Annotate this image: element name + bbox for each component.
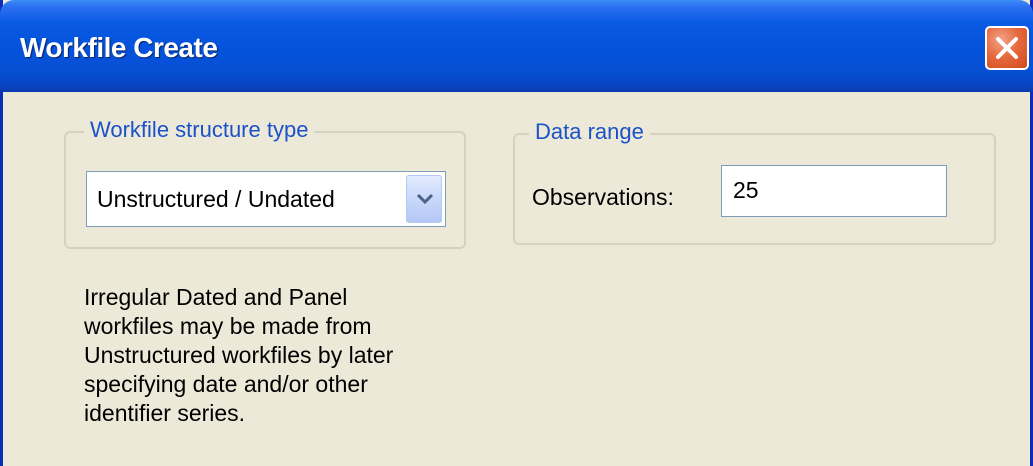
data-range-legend: Data range: [529, 119, 650, 145]
structure-type-legend: Workfile structure type: [84, 117, 315, 143]
close-button[interactable]: [985, 26, 1029, 70]
close-icon: [996, 37, 1018, 59]
observations-value: 25: [733, 177, 759, 203]
structure-type-dropdown-button[interactable]: [406, 175, 442, 223]
info-line: workfiles may be made from: [84, 313, 372, 339]
workfile-create-dialog: Workfile Create Workfile structure type …: [0, 0, 1033, 466]
chevron-down-icon: [416, 193, 434, 205]
title-bar[interactable]: Workfile Create: [0, 0, 1033, 92]
observations-input[interactable]: 25: [721, 165, 947, 217]
window-title: Workfile Create: [20, 32, 218, 63]
structure-type-select[interactable]: Unstructured / Undated: [86, 171, 446, 227]
info-line: specifying date and/or other: [84, 371, 368, 397]
info-line: Unstructured workfiles by later: [84, 342, 394, 368]
observations-label: Observations:: [532, 184, 674, 210]
info-text: Irregular Dated and Panel workfiles may …: [84, 283, 484, 428]
info-line: Irregular Dated and Panel: [84, 284, 348, 310]
info-line: identifier series.: [84, 400, 246, 426]
structure-type-value: Unstructured / Undated: [97, 186, 335, 212]
